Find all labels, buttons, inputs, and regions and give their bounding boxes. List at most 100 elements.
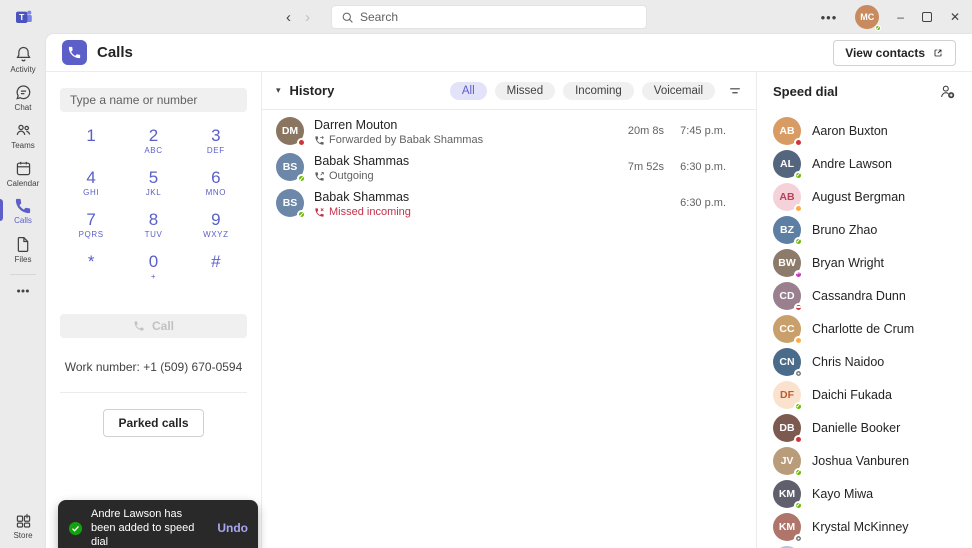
dial-key-8[interactable]: 8 TUV (122, 206, 184, 248)
sidebar-item-chat[interactable]: Chat (0, 78, 46, 116)
work-number: Work number: +1 (509) 670-0594 (64, 360, 243, 374)
more-apps-button[interactable] (0, 279, 46, 303)
speed-dial-contact[interactable]: KM Kayo Miwa (757, 477, 972, 510)
filter-incoming[interactable]: Incoming (563, 81, 634, 100)
dial-key-5[interactable]: 5 JKL (122, 164, 184, 206)
contact-name: Bryan Wright (812, 255, 885, 270)
app-rail: Activity Chat Teams Calendar Calls Files (0, 34, 46, 548)
call-outgoing-icon (314, 171, 325, 182)
contact-name: Chris Naidoo (812, 354, 885, 369)
sidebar-item-activity[interactable]: Activity (0, 40, 46, 78)
presence-badge (794, 269, 803, 279)
contact-name: Bruno Zhao (812, 222, 878, 237)
presence-badge (297, 138, 306, 147)
speed-dial-contact[interactable]: DB Danielle Booker (757, 411, 972, 444)
avatar-initials: BZ (780, 223, 794, 236)
back-arrow-icon[interactable]: ‹ (286, 9, 291, 26)
avatar: CN (773, 347, 803, 378)
speed-dial-contact[interactable] (757, 543, 972, 548)
user-presence-badge (875, 25, 882, 31)
avatar-initials: KM (778, 520, 796, 533)
dial-input[interactable] (60, 88, 247, 112)
filter-voicemail[interactable]: Voicemail (641, 81, 715, 100)
view-contacts-button[interactable]: View contacts (833, 39, 956, 66)
filter-all[interactable]: All (449, 81, 487, 100)
chat-icon (14, 83, 33, 102)
speed-dial-contact[interactable]: AB August Bergman (757, 180, 972, 213)
speed-dial-contact[interactable]: BW Bryan Wright (757, 246, 972, 279)
search-bar[interactable] (331, 5, 647, 29)
call-button[interactable]: Call (60, 314, 247, 338)
speed-dial-contact[interactable]: DF Daichi Fukada (757, 378, 972, 411)
sidebar-item-store[interactable]: Store (0, 506, 46, 544)
parked-calls-button[interactable]: Parked calls (103, 409, 204, 437)
forward-arrow-icon: › (305, 8, 310, 26)
avatar: CC (773, 314, 803, 345)
call-time: 6:30 p.m. (680, 161, 726, 173)
speed-dial-contact[interactable]: KM Krystal McKinney (757, 510, 972, 543)
avatar-initials: JV (780, 454, 794, 467)
maximize-button[interactable] (921, 12, 932, 22)
contact-name: Joshua Vanburen (812, 453, 910, 468)
settings-more-icon[interactable]: ••• (821, 10, 838, 25)
presence-badge (794, 335, 803, 345)
sidebar-item-calendar[interactable]: Calendar (0, 154, 46, 192)
dial-key-7[interactable]: 7 PQRS (60, 206, 122, 248)
avatar-initials: DF (780, 388, 794, 401)
success-check-icon (68, 521, 83, 536)
speed-dial-contact[interactable]: CC Charlotte de Crum (757, 312, 972, 345)
user-avatar[interactable]: MC (855, 5, 882, 31)
contact-name: Cassandra Dunn (812, 288, 906, 303)
contact-name: Charlotte de Crum (812, 321, 915, 336)
filter-missed[interactable]: Missed (494, 81, 556, 100)
people-icon (14, 121, 33, 140)
history-row[interactable]: DM Darren Mouton Forwarded by Babak Sham… (262, 113, 756, 149)
dial-key-pound[interactable]: # (185, 248, 247, 290)
speed-dial-contact[interactable]: AL Andre Lawson (757, 147, 972, 180)
ellipsis-icon (15, 283, 31, 299)
sidebar-item-teams[interactable]: Teams (0, 116, 46, 154)
dial-key-star[interactable]: * (60, 248, 122, 290)
sidebar-item-files[interactable]: Files (0, 230, 46, 268)
speed-dial-contact[interactable]: CN Chris Naidoo (757, 345, 972, 378)
history-row[interactable]: BS Babak Shammas Missed incoming (262, 185, 756, 221)
presence-badge (297, 174, 306, 183)
speed-dial-title: Speed dial (773, 83, 839, 99)
minimize-button[interactable]: – (897, 10, 904, 24)
avatar: BS (276, 189, 306, 219)
toast-message: Andre Lawson has been added to speed dia… (91, 508, 195, 548)
sidebar-item-label: Chat (14, 102, 32, 112)
avatar: DB (773, 413, 803, 444)
presence-badge (794, 368, 803, 378)
speed-dial-contact[interactable]: AB Aaron Buxton (757, 114, 972, 147)
presence-badge (794, 236, 803, 246)
avatar: AB (773, 182, 803, 213)
dial-key-1[interactable]: 1 (60, 122, 122, 164)
phone-icon (133, 320, 145, 332)
speed-dial-contact[interactable]: BZ Bruno Zhao (757, 213, 972, 246)
history-row[interactable]: BS Babak Shammas Outgoing 7m 52s (262, 149, 756, 185)
sidebar-item-calls[interactable]: Calls (0, 192, 46, 230)
filter-icon[interactable] (728, 84, 742, 98)
search-input[interactable] (360, 10, 646, 24)
sidebar-item-label: Teams (11, 140, 35, 150)
close-button[interactable]: ✕ (950, 10, 960, 24)
dial-key-0[interactable]: 0 + (122, 248, 184, 290)
presence-badge (794, 467, 803, 477)
calls-app-icon (62, 40, 87, 65)
dial-key-9[interactable]: 9 WXYZ (185, 206, 247, 248)
call-detail: Missed incoming (329, 205, 411, 218)
speed-dial-contact[interactable]: JV Joshua Vanburen (757, 444, 972, 477)
call-missed-icon (314, 207, 325, 218)
call-detail: Outgoing (329, 169, 374, 182)
speed-dial-contact[interactable]: CD Cassandra Dunn (757, 279, 972, 312)
call-duration: 7m 52s (627, 161, 664, 173)
dial-key-2[interactable]: 2 ABC (122, 122, 184, 164)
chevron-down-icon[interactable]: ▾ (276, 85, 281, 96)
dial-key-6[interactable]: 6 MNO (185, 164, 247, 206)
dial-key-3[interactable]: 3 DEF (185, 122, 247, 164)
undo-button[interactable]: Undo (217, 521, 248, 535)
presence-badge (794, 533, 803, 543)
add-contact-icon[interactable] (939, 83, 956, 100)
dial-key-4[interactable]: 4 GHI (60, 164, 122, 206)
